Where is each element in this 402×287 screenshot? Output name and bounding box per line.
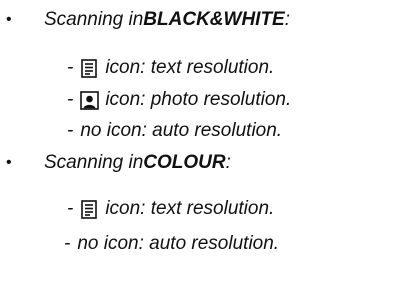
item-text: no icon: auto resolution.: [77, 233, 280, 254]
dash: -: [67, 57, 74, 78]
item-text: icon: photo resolution.: [105, 89, 292, 110]
item-text: icon: text resolution.: [105, 198, 275, 219]
text-document-icon: [80, 58, 99, 78]
dash: -: [67, 120, 74, 141]
dash: -: [67, 198, 74, 219]
list-item: - icon: text resolution.: [67, 198, 274, 220]
heading-suffix: :: [225, 152, 231, 173]
bullet: •: [6, 11, 12, 28]
section-heading-colour: Scanning in COLOUR:: [44, 152, 231, 174]
mode-label: COLOUR: [143, 152, 226, 173]
list-item: - icon: photo resolution.: [67, 89, 291, 111]
heading-suffix: :: [284, 9, 291, 30]
text-document-icon: [80, 199, 99, 219]
section-heading-bw: Scanning in BLACK&WHITE:: [44, 9, 290, 31]
photo-portrait-icon: [80, 90, 100, 110]
list-item: - no icon: auto resolution.: [64, 233, 279, 255]
dash: -: [64, 233, 71, 254]
bullet: •: [6, 154, 12, 171]
heading-prefix: Scanning in: [44, 152, 144, 173]
heading-prefix: Scanning in: [44, 9, 144, 30]
item-text: no icon: auto resolution.: [80, 120, 283, 141]
mode-label: BLACK&WHITE: [143, 9, 285, 30]
list-item: - no icon: auto resolution.: [67, 120, 282, 142]
item-text: icon: text resolution.: [105, 57, 275, 78]
list-item: - icon: text resolution.: [67, 57, 274, 79]
dash: -: [67, 89, 74, 110]
